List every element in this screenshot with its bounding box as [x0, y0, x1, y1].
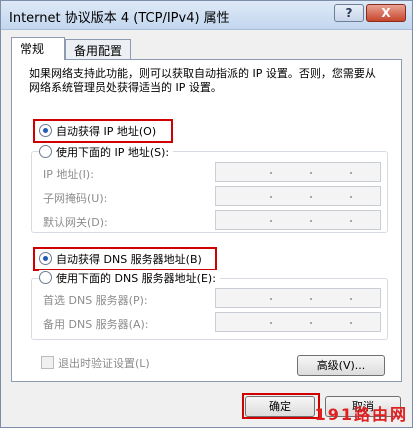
advanced-button[interactable]: 高级(V)...	[297, 355, 385, 376]
default-gateway-label: 默认网关(D):	[43, 216, 108, 229]
default-gateway-input	[215, 210, 381, 230]
ip-manual-radio[interactable]	[39, 145, 52, 158]
tab-general[interactable]: 常规	[11, 37, 65, 60]
validate-on-exit-checkbox	[41, 356, 54, 369]
subnet-mask-input	[215, 186, 381, 206]
ip-manual-radio-row[interactable]: 使用下面的 IP 地址(S):	[39, 144, 174, 160]
help-button[interactable]: ?	[334, 4, 364, 22]
dns-auto-label: 自动获得 DNS 服务器地址(B)	[56, 253, 202, 266]
tab-alternate-config[interactable]: 备用配置	[65, 39, 131, 59]
dialog-window: Internet 协议版本 4 (TCP/IPv4) 属性 ? X 常规 备用配…	[0, 0, 413, 428]
dns-manual-radio-row[interactable]: 使用下面的 DNS 服务器地址(E):	[39, 270, 220, 286]
alternate-dns-label: 备用 DNS 服务器(A):	[43, 318, 149, 331]
ok-button[interactable]: 确定	[245, 396, 315, 417]
watermark-text: 191路由网	[314, 405, 408, 424]
ip-auto-radio[interactable]	[39, 124, 52, 137]
preferred-dns-input	[215, 288, 381, 308]
dns-manual-label: 使用下面的 DNS 服务器地址(E):	[56, 272, 216, 285]
description-text: 如果网络支持此功能，则可以获取自动指派的 IP 设置。否则，您需要从网络系统管理…	[29, 67, 376, 94]
ip-address-input	[215, 162, 381, 182]
ip-address-label: IP 地址(I):	[43, 168, 94, 181]
validate-on-exit-label: 退出时验证设置(L)	[58, 357, 150, 370]
subnet-mask-label: 子网掩码(U):	[43, 192, 108, 205]
ip-auto-label: 自动获得 IP 地址(O)	[56, 125, 157, 138]
dns-manual-radio[interactable]	[39, 271, 52, 284]
dns-auto-radio-row[interactable]: 自动获得 DNS 服务器地址(B)	[39, 251, 202, 267]
alternate-dns-input	[215, 312, 381, 332]
dns-auto-radio[interactable]	[39, 252, 52, 265]
preferred-dns-label: 首选 DNS 服务器(P):	[43, 294, 148, 307]
title-bar[interactable]: Internet 协议版本 4 (TCP/IPv4) 属性 ? X	[1, 1, 412, 30]
close-button[interactable]: X	[366, 4, 406, 22]
window-title: Internet 协议版本 4 (TCP/IPv4) 属性	[9, 11, 230, 26]
ip-manual-label: 使用下面的 IP 地址(S):	[56, 146, 170, 159]
ip-auto-radio-row[interactable]: 自动获得 IP 地址(O)	[39, 123, 156, 139]
validate-on-exit-row: 退出时验证设置(L)	[41, 355, 150, 371]
